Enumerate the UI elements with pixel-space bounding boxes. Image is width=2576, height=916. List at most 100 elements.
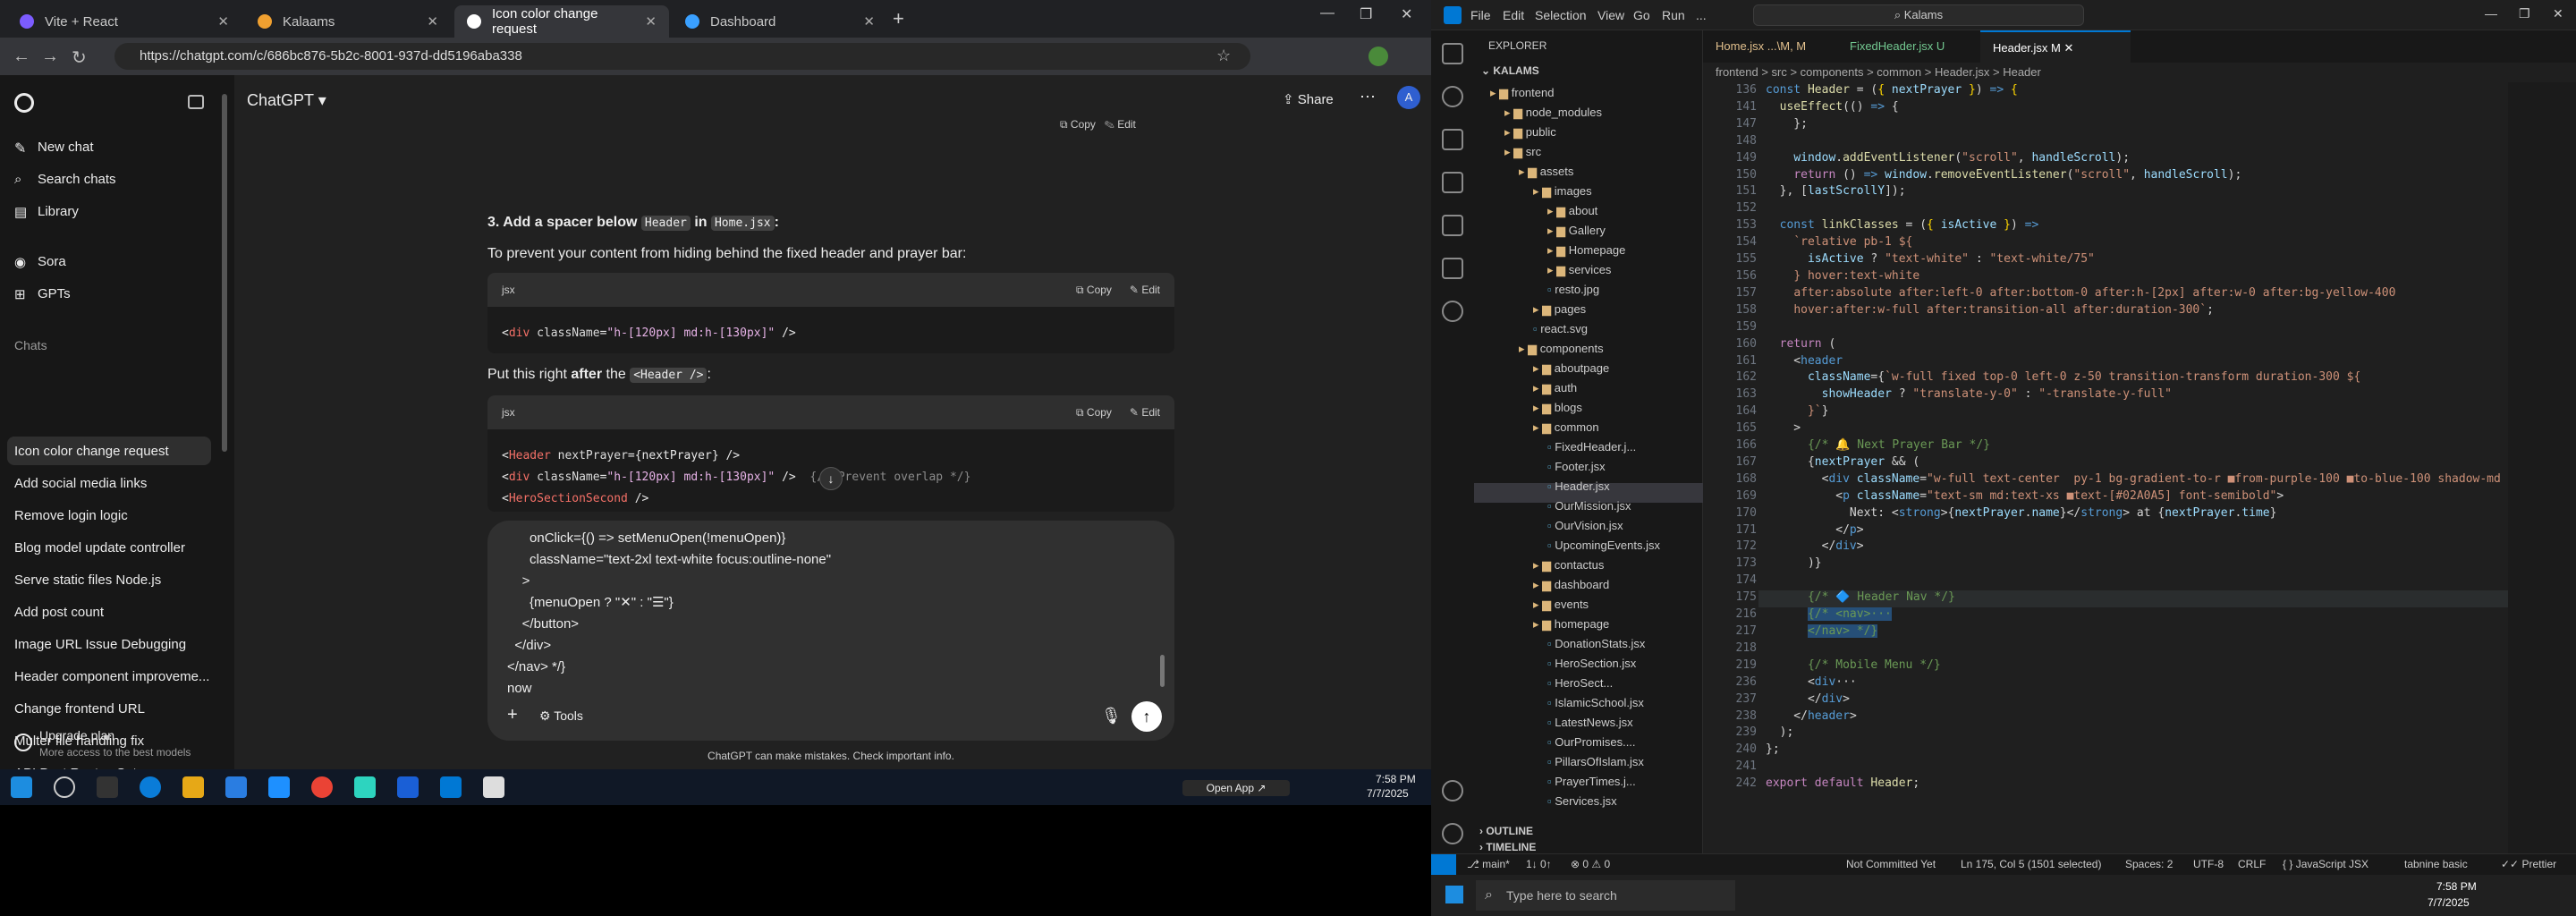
- task-view-icon[interactable]: [97, 776, 118, 798]
- send-button[interactable]: ↑: [1131, 701, 1162, 732]
- search-chats-link[interactable]: Search chats: [38, 172, 116, 187]
- outline-section[interactable]: › OUTLINE: [1479, 825, 1533, 837]
- file-item[interactable]: ▫ react.svg: [1533, 322, 1588, 335]
- open-app-button[interactable]: Open App ↗: [1182, 780, 1290, 796]
- breadcrumb[interactable]: frontend > src > components > common > H…: [1703, 63, 2576, 82]
- file-item[interactable]: ▫ Header.jsx: [1547, 479, 1610, 493]
- library-link[interactable]: Library: [38, 204, 79, 219]
- taskbar-search-box[interactable]: Type here to search: [1476, 880, 1735, 911]
- app-icon[interactable]: [483, 776, 504, 798]
- add-attachment-icon[interactable]: +: [507, 705, 518, 725]
- folder-item[interactable]: ▸ ▆ contactus: [1533, 558, 1604, 572]
- run-debug-icon[interactable]: [1442, 172, 1463, 193]
- file-item[interactable]: ▫ OurPromises....: [1547, 735, 1636, 749]
- chat-history-item[interactable]: Serve static files Node.js: [14, 572, 161, 588]
- tab-kalaams[interactable]: Kalaams ✕: [245, 5, 451, 38]
- timeline-section[interactable]: › TIMELINE: [1479, 841, 1536, 853]
- command-center-search[interactable]: ⌕ Kalams: [1753, 4, 2084, 26]
- folder-item[interactable]: ▸ ▆ assets: [1519, 165, 1573, 179]
- folder-item[interactable]: ▸ ▆ Gallery: [1547, 224, 1606, 238]
- folder-item[interactable]: ▸ ▆ blogs: [1533, 401, 1582, 415]
- profile-icon[interactable]: [1368, 47, 1388, 66]
- tab-chatgpt[interactable]: Icon color change request ✕: [454, 5, 669, 38]
- mail-icon[interactable]: [268, 776, 290, 798]
- chat-history-item[interactable]: Remove login logic: [14, 508, 128, 523]
- remote-indicator[interactable]: [1431, 854, 1456, 875]
- file-item[interactable]: ▫ FixedHeader.j...: [1547, 440, 1636, 454]
- folder-item[interactable]: ▸ ▆ Homepage: [1547, 243, 1625, 258]
- copy-button[interactable]: ⧉ Copy: [1076, 284, 1112, 297]
- close-window-button[interactable]: ✕: [1401, 5, 1412, 23]
- minimize-button[interactable]: —: [1320, 5, 1335, 21]
- indentation[interactable]: Spaces: 2: [2125, 858, 2173, 870]
- url-field[interactable]: https://chatgpt.com/c/686bc876-5b2c-8001…: [114, 43, 1250, 70]
- model-selector[interactable]: ChatGPT ▾: [247, 91, 326, 110]
- search-icon[interactable]: [1442, 86, 1463, 107]
- new-tab-button[interactable]: +: [893, 7, 904, 30]
- remote-icon[interactable]: [1442, 258, 1463, 279]
- tabnine-status[interactable]: tabnine basic: [2404, 858, 2468, 870]
- folder-item[interactable]: ▸ ▆ frontend: [1490, 86, 1554, 100]
- chat-history-item[interactable]: Blog model update controller: [14, 540, 185, 556]
- file-item[interactable]: ▫ Services.jsx: [1547, 794, 1617, 808]
- folder-item[interactable]: ▸ ▆ about: [1547, 204, 1597, 218]
- chat-history-item[interactable]: Change frontend URL: [14, 701, 145, 717]
- file-item[interactable]: ▫ resto.jpg: [1547, 283, 1599, 296]
- language-mode[interactable]: { } JavaScript JSX: [2283, 858, 2368, 870]
- avatar[interactable]: A: [1397, 86, 1420, 109]
- windows-start-icon[interactable]: [11, 776, 32, 798]
- close-icon[interactable]: ✕: [427, 13, 438, 30]
- menu-edit[interactable]: Edit: [1503, 8, 1524, 22]
- settings-gear-icon[interactable]: [1442, 823, 1463, 844]
- file-item[interactable]: ▫ DonationStats.jsx: [1547, 637, 1645, 650]
- gpts-link[interactable]: GPTs: [38, 286, 71, 301]
- tab-home[interactable]: Home.jsx ...\M, M: [1703, 30, 1837, 63]
- folder-item[interactable]: ▸ ▆ auth: [1533, 381, 1577, 395]
- menu-go[interactable]: Go: [1633, 8, 1650, 22]
- explorer-icon[interactable]: [1442, 43, 1463, 64]
- file-item[interactable]: ▫ LatestNews.jsx: [1547, 716, 1633, 729]
- line-ending[interactable]: CRLF: [2238, 858, 2266, 870]
- folder-item[interactable]: ▸ ▆ dashboard: [1533, 578, 1609, 592]
- minimap[interactable]: [2508, 82, 2576, 853]
- chat-history-item[interactable]: Image URL Issue Debugging: [14, 637, 186, 652]
- encoding[interactable]: UTF-8: [2193, 858, 2224, 870]
- extensions-icon[interactable]: [1442, 215, 1463, 236]
- folder-item[interactable]: ▸ ▆ public: [1504, 125, 1556, 140]
- edit-button[interactable]: ✎ Edit: [1130, 284, 1160, 297]
- menu-more[interactable]: ...: [1696, 8, 1707, 22]
- menu-file[interactable]: File: [1470, 8, 1491, 22]
- account-icon[interactable]: [1442, 780, 1463, 802]
- folder-item[interactable]: ▸ ▆ homepage: [1533, 617, 1609, 632]
- sora-link[interactable]: Sora: [38, 254, 66, 269]
- reload-icon[interactable]: ↻: [72, 47, 87, 69]
- folder-item[interactable]: ▸ ▆ common: [1533, 420, 1599, 435]
- composer-scrollbar[interactable]: [1160, 655, 1165, 687]
- copy-edit-top[interactable]: ⧉ Copy ✎ Edit: [1060, 118, 1136, 131]
- menu-selection[interactable]: Selection: [1535, 8, 1587, 22]
- cursor-position[interactable]: Ln 175, Col 5 (1501 selected): [1961, 858, 2101, 870]
- tab-dashboard[interactable]: Dashboard ✕: [673, 5, 887, 38]
- message-composer[interactable]: onClick={() => setMenuOpen(!menuOpen)} c…: [487, 521, 1174, 741]
- copy-button[interactable]: ⧉ Copy: [1076, 406, 1112, 420]
- file-item[interactable]: ▫ IslamicSchool.jsx: [1547, 696, 1644, 709]
- bookmark-icon[interactable]: ☆: [1216, 47, 1231, 65]
- close-icon[interactable]: ✕: [217, 13, 229, 30]
- file-item[interactable]: ▫ UpcomingEvents.jsx: [1547, 539, 1660, 552]
- vscode-icon[interactable]: [440, 776, 462, 798]
- store-icon[interactable]: [225, 776, 247, 798]
- zoom-icon[interactable]: [397, 776, 419, 798]
- sidebar-toggle-icon[interactable]: [188, 95, 204, 109]
- source-control-icon[interactable]: [1442, 129, 1463, 150]
- scroll-down-button[interactable]: ↓: [819, 467, 843, 490]
- file-item[interactable]: ▫ OurMission.jsx: [1547, 499, 1631, 513]
- menu-view[interactable]: View: [1597, 8, 1624, 22]
- tools-button[interactable]: ⚙ Tools: [539, 708, 583, 724]
- sidebar-scrollbar[interactable]: [222, 94, 227, 452]
- maximize-button[interactable]: ❐: [1360, 5, 1372, 23]
- share-button[interactable]: ⇪ Share: [1283, 91, 1334, 107]
- file-item[interactable]: ▫ HeroSect...: [1547, 676, 1613, 690]
- file-item[interactable]: ▫ PrayerTimes.j...: [1547, 775, 1636, 788]
- maximize-button[interactable]: ❐: [2519, 6, 2530, 21]
- file-item[interactable]: ▫ Footer.jsx: [1547, 460, 1606, 473]
